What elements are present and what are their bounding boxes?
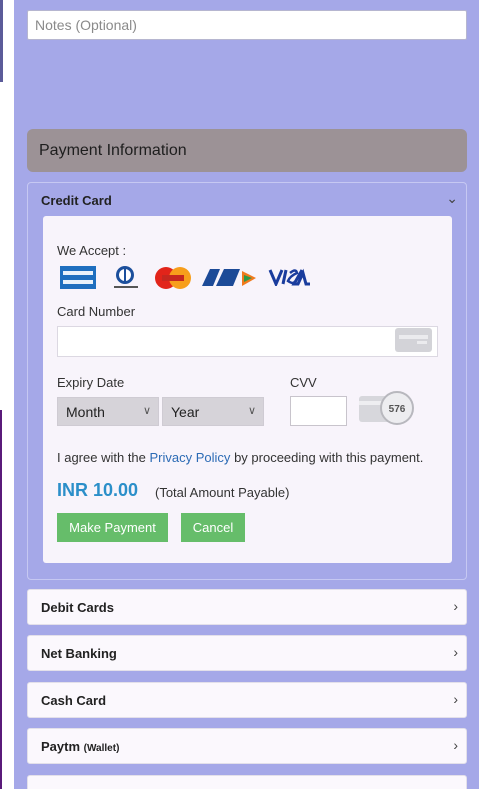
chevron-right-icon: › xyxy=(453,644,458,660)
chevron-right-icon: › xyxy=(453,691,458,707)
visa-logo-icon xyxy=(268,268,310,286)
card-number-label: Card Number xyxy=(57,304,136,319)
chevron-right-icon: › xyxy=(453,598,458,614)
debit-cards-row[interactable]: Debit Cards › xyxy=(27,589,467,625)
credit-card-title[interactable]: Credit Card xyxy=(41,193,112,208)
credit-card-icon xyxy=(395,328,432,352)
net-banking-label: Net Banking xyxy=(41,646,117,661)
paytm-wallet-row[interactable]: Paytm (Wallet) › xyxy=(27,728,467,764)
page-edge-accent xyxy=(0,410,2,789)
amex-logo-icon xyxy=(60,266,96,289)
page-edge xyxy=(0,0,3,82)
total-amount-note: (Total Amount Payable) xyxy=(155,485,290,500)
net-banking-row[interactable]: Net Banking › xyxy=(27,635,467,671)
chevron-right-icon: › xyxy=(453,737,458,753)
cvv-label: CVV xyxy=(290,375,317,390)
we-accept-label: We Accept : xyxy=(57,243,127,258)
chevron-down-icon: ∨ xyxy=(142,405,151,417)
cvv-hint-number: 576 xyxy=(389,404,406,415)
expiry-month-select[interactable]: Month ∨ xyxy=(57,397,159,426)
card-number-input[interactable] xyxy=(57,326,438,357)
policy-prefix: I agree with the xyxy=(57,450,146,465)
rupay-logo-icon xyxy=(202,269,256,286)
privacy-policy-link[interactable]: Privacy Policy xyxy=(150,450,231,465)
notes-input[interactable] xyxy=(27,10,467,40)
cash-card-row[interactable]: Cash Card › xyxy=(27,682,467,718)
privacy-policy-text: I agree with the Privacy Policy by proce… xyxy=(57,450,423,465)
expiry-month-value: Month xyxy=(66,404,105,420)
policy-suffix: by proceeding with this payment. xyxy=(234,450,424,465)
cvv-input[interactable] xyxy=(290,396,347,426)
diners-club-logo-icon xyxy=(114,266,138,288)
make-payment-button[interactable]: Make Payment xyxy=(57,513,168,542)
expiry-date-label: Expiry Date xyxy=(57,375,125,390)
paytm-sub: (Wallet) xyxy=(83,743,120,754)
chevron-down-icon[interactable]: ⌄ xyxy=(446,190,458,207)
mastercard-logo-icon xyxy=(155,267,191,289)
cash-card-label: Cash Card xyxy=(41,693,107,708)
paytm-name: Paytm xyxy=(41,739,81,754)
paytm-label: Paytm (Wallet) xyxy=(41,739,119,754)
debit-cards-label: Debit Cards xyxy=(41,600,114,615)
cancel-button[interactable]: Cancel xyxy=(181,513,245,542)
chevron-down-icon: ∨ xyxy=(247,405,256,417)
expiry-year-value: Year xyxy=(171,404,200,420)
cvv-hint-icon: 576 xyxy=(359,391,414,425)
total-amount: INR 10.00 xyxy=(57,480,139,500)
wallet-row-partial[interactable] xyxy=(27,775,467,789)
expiry-year-select[interactable]: Year ∨ xyxy=(162,397,264,426)
payment-information-header: Payment Information xyxy=(27,129,467,172)
